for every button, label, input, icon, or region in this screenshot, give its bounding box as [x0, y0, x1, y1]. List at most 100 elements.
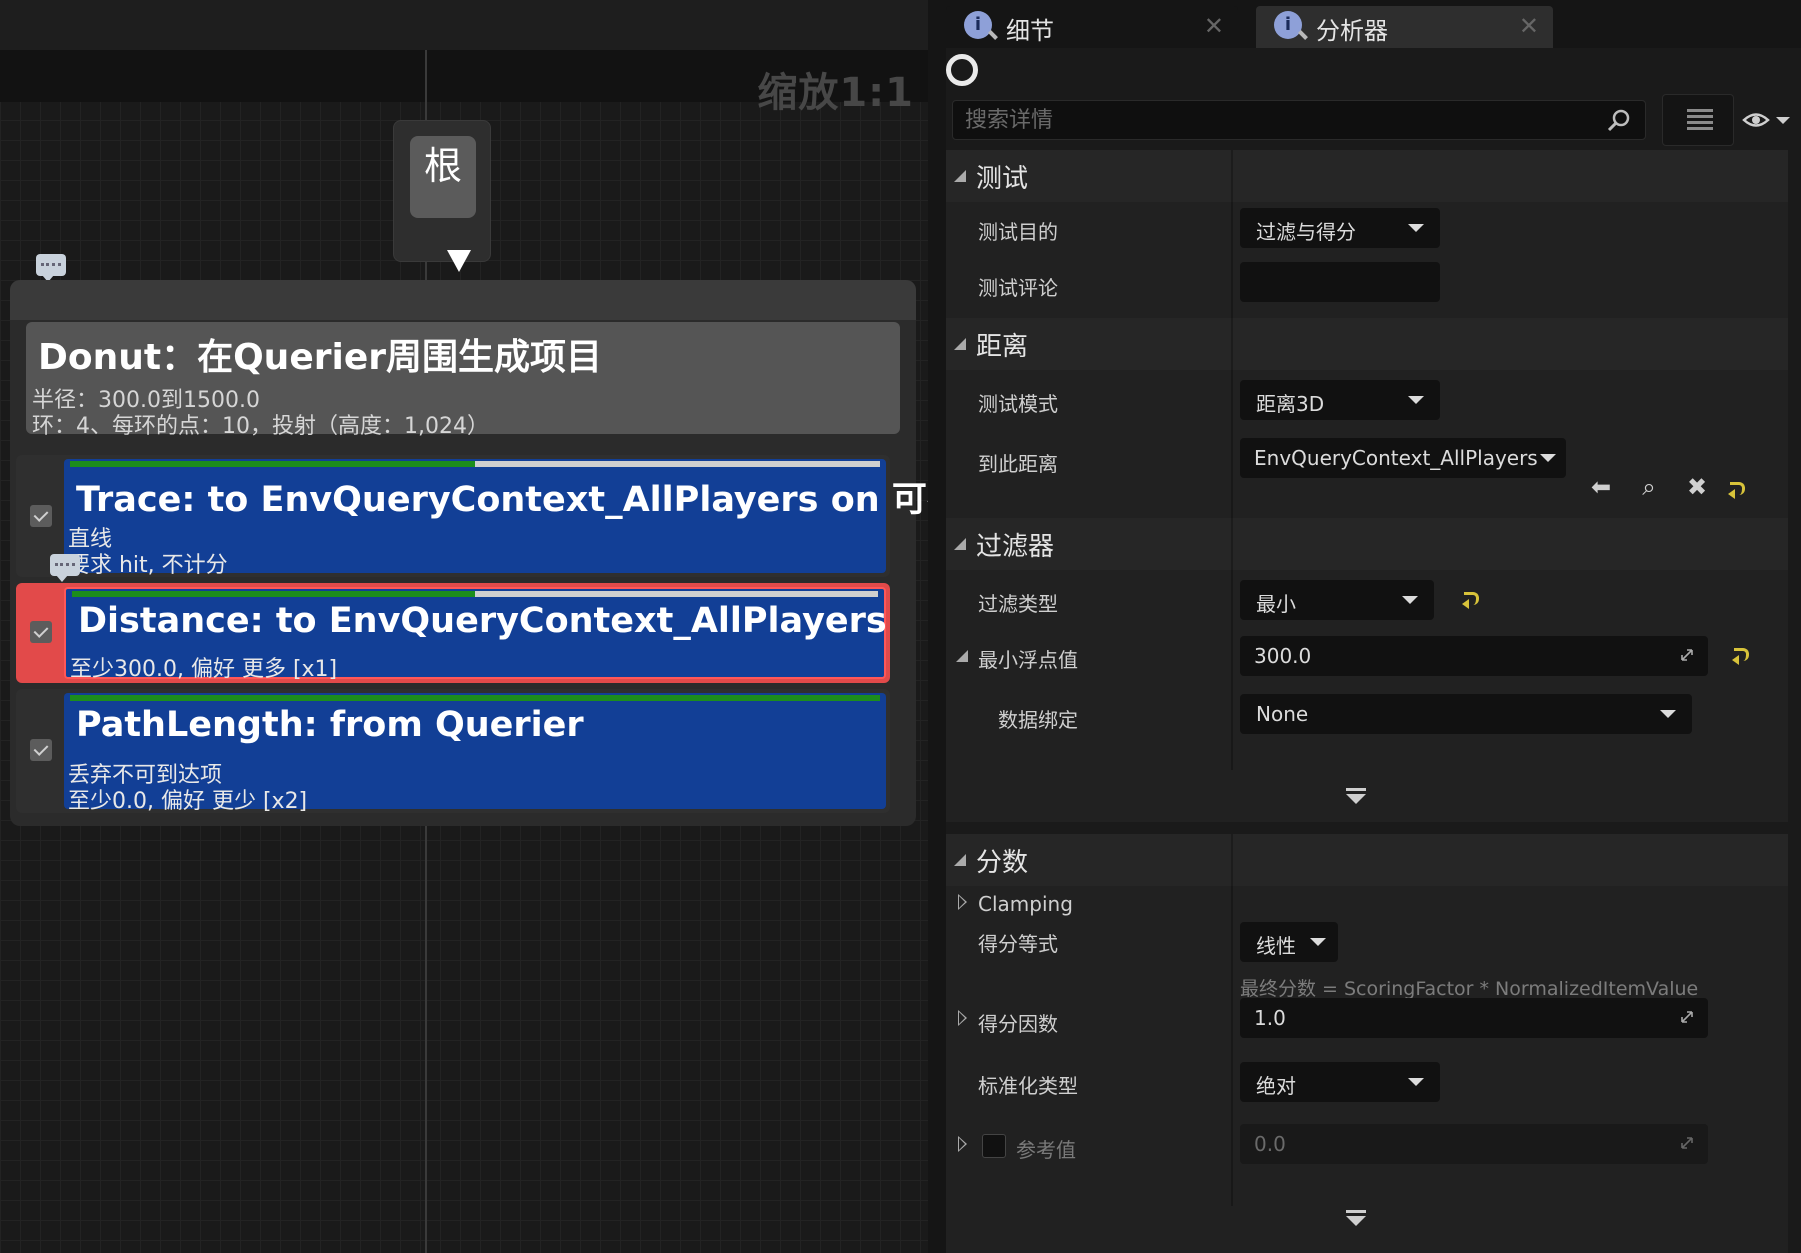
min-float-input[interactable]: 300.0 — [1240, 636, 1708, 676]
column-divider[interactable] — [1231, 518, 1233, 570]
reference-value-checkbox[interactable] — [982, 1134, 1006, 1158]
close-icon[interactable]: ✕ — [1204, 12, 1224, 40]
test-detail-line: 至少300.0, 偏好 更多 [x1] — [70, 657, 338, 682]
scoring-factor-input[interactable]: 1.0 — [1240, 998, 1708, 1038]
generator-input-pin-bar[interactable] — [10, 280, 916, 320]
chevron-down-icon — [1408, 224, 1424, 232]
chevron-down-icon — [1408, 396, 1424, 404]
dropdown-value: 线性 — [1256, 934, 1296, 958]
test-detail-line: 要求 hit, 不计分 — [68, 553, 228, 578]
use-selected-arrow-icon[interactable]: ⬅ — [1588, 474, 1614, 500]
filter-type-dropdown[interactable]: 最小 — [1240, 580, 1434, 620]
collapse-arrow-icon[interactable] — [954, 854, 966, 866]
dropdown-value: 距离3D — [1256, 392, 1325, 416]
details-scrollbar[interactable] — [1788, 150, 1801, 1250]
tab-label: 细节 — [1006, 17, 1054, 45]
distance-to-dropdown[interactable]: EnvQueryContext_AllPlayers — [1240, 438, 1566, 478]
search-icon[interactable] — [1607, 108, 1631, 132]
test-node-trace[interactable]: Trace: to EnvQueryContext_AllPlayers on … — [16, 455, 928, 578]
data-binding-dropdown[interactable]: None — [1240, 694, 1692, 734]
root-node[interactable]: 根 — [393, 120, 491, 262]
scoring-equation-hint: 最终分数 = ScoringFactor * NormalizedItemVal… — [1240, 978, 1699, 1000]
test-purpose-dropdown[interactable]: 过滤与得分 — [1240, 208, 1440, 248]
column-divider[interactable] — [1231, 150, 1233, 202]
section-score[interactable]: 分数 — [946, 834, 1788, 886]
collapse-arrow-icon[interactable] — [954, 538, 966, 550]
scoring-equation-dropdown[interactable]: 线性 — [1240, 922, 1338, 962]
test-mode-dropdown[interactable]: 距离3D — [1240, 380, 1440, 420]
test-node-body[interactable]: Distance: to EnvQueryContext_AllPlayers … — [64, 587, 887, 682]
section-title: 过滤器 — [976, 532, 1055, 562]
reset-to-default-icon[interactable] — [1728, 482, 1746, 499]
close-icon[interactable]: ✕ — [1519, 12, 1539, 40]
test-enabled-checkbox[interactable] — [30, 505, 52, 527]
chevron-down-icon — [1540, 454, 1556, 462]
test-node-distance[interactable]: Distance: to EnvQueryContext_AllPlayers … — [16, 583, 890, 683]
section-title: 测试 — [976, 164, 1029, 194]
test-comment-input[interactable] — [1240, 262, 1440, 302]
test-progress-fill — [70, 695, 880, 701]
column-divider[interactable] — [1231, 318, 1233, 370]
column-divider[interactable] — [1231, 202, 1233, 318]
browse-search-icon[interactable]: ⌕ — [1636, 474, 1662, 500]
collapse-arrow-icon[interactable] — [954, 170, 966, 182]
test-progress-bar — [70, 461, 880, 467]
details-panel: i 细节 ✕ i 分析器 ✕ 测试 测 — [946, 0, 1801, 1253]
tab-label: 分析器 — [1316, 17, 1388, 45]
prop-label-normalization-type: 标准化类型 — [978, 1074, 1078, 1098]
root-node-label: 根 — [410, 136, 476, 218]
reset-to-default-icon[interactable] — [1732, 648, 1750, 665]
generator-rings-text: 环：4、每环的点：10，投射（高度：1,024） — [32, 414, 489, 439]
test-node-body[interactable]: Trace: to EnvQueryContext_AllPlayers on … — [64, 459, 928, 578]
column-divider[interactable] — [1231, 570, 1233, 770]
section-filter[interactable]: 过滤器 — [946, 518, 1788, 570]
chevron-down-icon — [1402, 596, 1418, 604]
test-enabled-checkbox[interactable] — [30, 739, 52, 761]
column-divider[interactable] — [1231, 370, 1233, 518]
expand-diagonal-icon[interactable] — [1680, 1010, 1694, 1024]
comment-bubble-icon[interactable] — [36, 254, 66, 282]
expand-arrow-icon[interactable] — [958, 1136, 967, 1152]
column-divider[interactable] — [1231, 834, 1233, 886]
tab-profiler[interactable]: i 分析器 ✕ — [1256, 6, 1553, 48]
section-distance[interactable]: 距离 — [946, 318, 1788, 370]
prop-label-reference-value: 参考值 — [1016, 1138, 1076, 1162]
view-options-button[interactable] — [1662, 94, 1734, 146]
comment-bubble-icon[interactable] — [50, 554, 80, 582]
dropdown-value: 最小 — [1256, 592, 1296, 616]
clear-close-icon[interactable]: ✖ — [1684, 474, 1710, 500]
test-progress-bar — [72, 591, 878, 597]
test-enabled-checkbox[interactable] — [30, 621, 52, 643]
show-advanced-arrow-icon[interactable] — [1346, 788, 1366, 804]
expand-arrow-icon[interactable] — [958, 894, 967, 910]
zoom-level-label: 缩放1:1 — [757, 70, 914, 116]
visibility-eye-icon[interactable] — [1742, 108, 1792, 132]
collapse-arrow-icon[interactable] — [954, 338, 966, 350]
test-node-body[interactable]: PathLength: from Querier 丢弃不可到达项 至少0.0, … — [64, 693, 886, 814]
reset-to-default-icon[interactable] — [1462, 592, 1480, 609]
root-output-pin-icon[interactable] — [447, 250, 471, 272]
tab-details[interactable]: i 细节 ✕ — [946, 6, 1238, 48]
column-divider[interactable] — [1231, 886, 1233, 1206]
test-node-pathlength[interactable]: PathLength: from Querier 丢弃不可到达项 至少0.0, … — [16, 689, 890, 814]
info-magnifier-icon: i — [964, 11, 992, 39]
normalization-type-dropdown[interactable]: 绝对 — [1240, 1062, 1440, 1102]
generator-header[interactable]: Donut：在Querier周围生成项目 半径：300.0到1500.0 环：4… — [26, 322, 900, 439]
reference-value-input: 0.0 — [1240, 1124, 1708, 1164]
section-test[interactable]: 测试 — [946, 150, 1788, 202]
search-field[interactable] — [952, 100, 1646, 140]
graph-toolbar — [0, 0, 928, 50]
number-value: 1.0 — [1254, 1006, 1286, 1030]
search-input[interactable] — [965, 105, 1565, 135]
show-advanced-arrow-icon[interactable] — [1346, 1210, 1366, 1226]
section-title: 距离 — [976, 332, 1029, 362]
expand-diagonal-icon[interactable] — [1680, 648, 1694, 662]
loading-ring-icon — [946, 54, 978, 86]
expand-diagonal-icon — [1681, 1137, 1693, 1149]
query-graph-canvas[interactable]: 缩放1:1 根 Donut：在Querier周围生成项目 半径：300.0到15… — [0, 0, 928, 1253]
expand-arrow-icon[interactable] — [956, 650, 968, 662]
expand-arrow-icon[interactable] — [958, 1010, 967, 1026]
test-detail-line: 至少0.0, 偏好 更少 [x2] — [68, 789, 308, 814]
prop-label-distance-to: 到此距离 — [978, 452, 1058, 476]
dropdown-value: 绝对 — [1256, 1074, 1296, 1098]
